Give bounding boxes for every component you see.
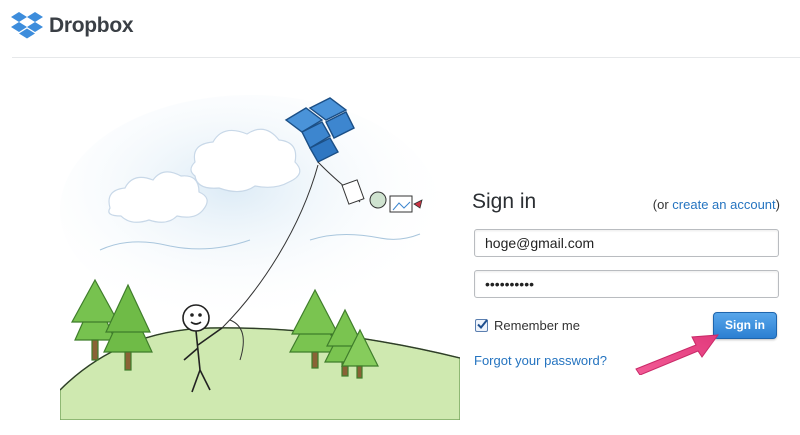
create-account-hint: (or create an account) <box>653 197 780 212</box>
checkmark-icon <box>477 319 488 329</box>
remember-label: Remember me <box>494 318 580 333</box>
kite-illustration <box>59 90 461 421</box>
header-divider <box>12 57 800 58</box>
hint-prefix: (or <box>652 197 673 212</box>
remember-checkbox[interactable] <box>475 319 488 332</box>
create-account-link[interactable]: create an account <box>672 197 775 212</box>
forgot-password-link[interactable]: Forgot your password? <box>474 353 607 368</box>
brand-logo[interactable]: Dropbox <box>10 9 134 43</box>
annotation-arrow-icon <box>635 334 720 375</box>
email-field[interactable]: hoge@gmail.com <box>474 229 779 257</box>
page-header: Dropbox <box>0 0 800 58</box>
dropbox-logo-icon <box>11 12 43 39</box>
signin-title: Sign in <box>472 190 537 213</box>
signin-form: Sign in (or create an account) hoge@gmai… <box>472 186 782 386</box>
brand-name: Dropbox <box>49 14 134 37</box>
tail-globe <box>369 191 387 209</box>
hint-suffix: ) <box>775 197 780 212</box>
password-field[interactable]: •••••••••• <box>474 270 779 298</box>
remember-me[interactable]: Remember me <box>475 318 580 333</box>
